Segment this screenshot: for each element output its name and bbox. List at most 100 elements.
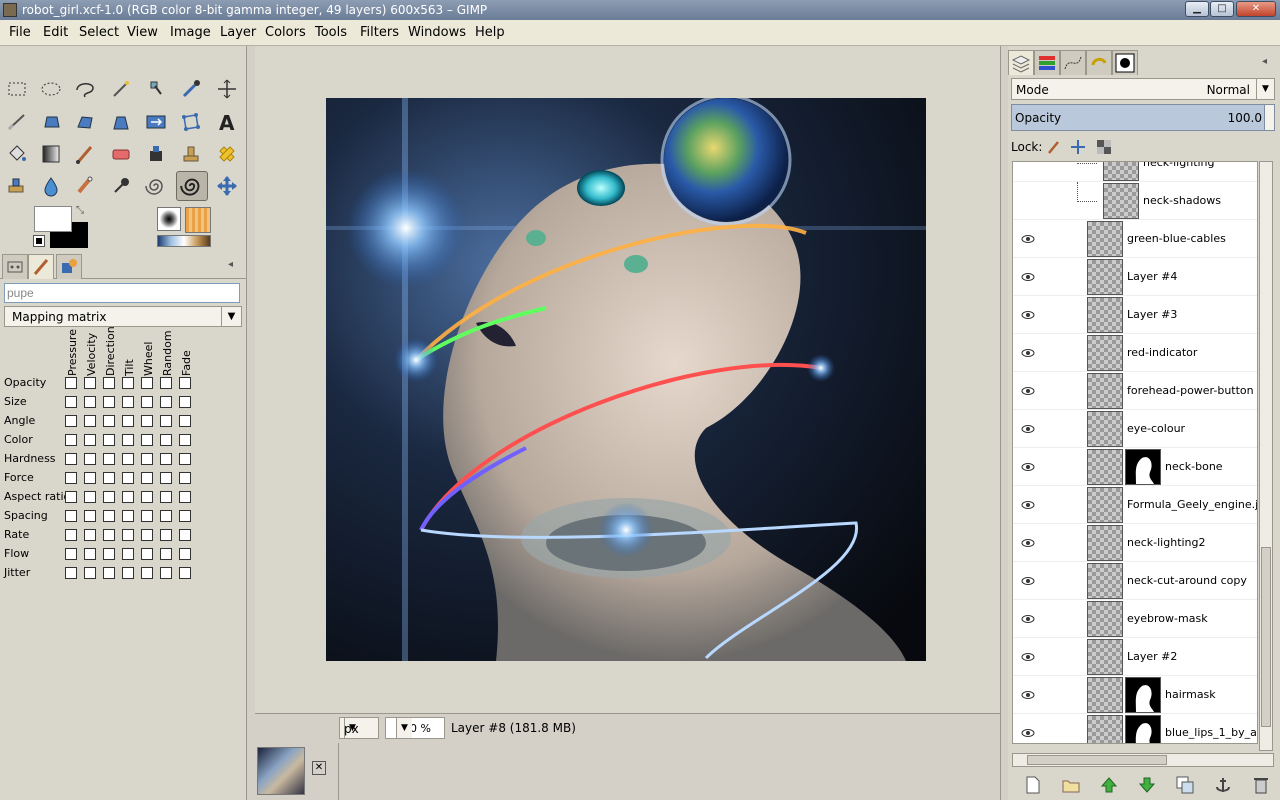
fuzzy-select-tool[interactable] [108,76,134,102]
eye-visibility-icon[interactable] [1021,461,1035,471]
blend-tool[interactable] [38,141,64,167]
dynamics-checkbox[interactable] [160,453,172,465]
dynamics-checkbox[interactable] [141,567,153,579]
toolbox-resize-handle[interactable] [248,46,254,800]
layers-resize-handle[interactable] [1000,46,1008,800]
zoom-selector[interactable]: 100 % ▼ [385,717,445,739]
dynamics-checkbox[interactable] [65,548,77,560]
paintbrush-tool[interactable] [72,141,98,167]
layer-row[interactable]: neck-cut-around copy [1013,562,1257,600]
dynamics-checkbox[interactable] [84,529,96,541]
dynamics-checkbox[interactable] [160,548,172,560]
new-layer-group-button[interactable] [1060,774,1084,796]
eye-visibility-icon[interactable] [1021,385,1035,395]
pattern-preview[interactable] [185,207,211,233]
dynamics-checkbox[interactable] [179,548,191,560]
layer-mask-thumbnail[interactable] [1125,449,1161,485]
delete-layer-button[interactable] [1250,774,1274,796]
dynamics-checkbox[interactable] [160,491,172,503]
dynamics-checkbox[interactable] [122,377,134,389]
brush-preview[interactable] [157,207,181,231]
dynamics-checkbox[interactable] [141,377,153,389]
menu-filters[interactable]: Filters [360,25,399,40]
dynamics-checkbox[interactable] [179,491,191,503]
dynamics-checkbox[interactable] [141,396,153,408]
layer-thumbnail[interactable] [1087,373,1123,409]
foreground-color-swatch[interactable] [34,206,72,232]
menu-tools[interactable]: Tools [315,25,347,40]
dynamics-checkbox[interactable] [179,453,191,465]
layers-horizontal-scrollbar[interactable] [1012,753,1274,767]
layer-row[interactable]: eye-colour [1013,410,1257,448]
eye-visibility-icon[interactable] [1021,689,1035,699]
dynamics-checkbox[interactable] [122,567,134,579]
dynamics-checkbox[interactable] [65,567,77,579]
dynamics-checkbox[interactable] [65,396,77,408]
dynamics-checkbox[interactable] [84,472,96,484]
layer-row[interactable]: neck-bone [1013,448,1257,486]
layer-row[interactable]: eyebrow-mask [1013,600,1257,638]
raise-layer-button[interactable] [1098,774,1122,796]
dynamics-checkbox[interactable] [122,472,134,484]
tab-tool-options[interactable] [56,254,82,279]
swap-colors-icon[interactable]: ⤡ [76,205,84,216]
scrollbar-thumb[interactable] [1261,547,1271,727]
dynamics-checkbox[interactable] [160,510,172,522]
layer-row[interactable]: green-blue-cables [1013,220,1257,258]
layer-thumbnail[interactable] [1087,259,1123,295]
layers-list[interactable]: neck-lighting neck-shadows green-blue-cabl… [1012,161,1258,744]
layer-thumbnail[interactable] [1087,639,1123,675]
layer-thumbnail[interactable] [1087,525,1123,561]
dynamics-checkbox[interactable] [84,510,96,522]
dynamics-checkbox[interactable] [65,377,77,389]
layer-thumbnail[interactable] [1087,335,1123,371]
dynamics-checkbox[interactable] [84,548,96,560]
dynamics-checkbox[interactable] [84,396,96,408]
layer-mask-thumbnail[interactable] [1125,715,1161,743]
dynamics-checkbox[interactable] [103,396,115,408]
duplicate-layer-button[interactable] [1174,774,1198,796]
dynamics-checkbox[interactable] [84,453,96,465]
menu-layer[interactable]: Layer [220,25,256,40]
dynamics-checkbox[interactable] [103,529,115,541]
move-tool[interactable] [214,173,240,199]
dynamics-checkbox[interactable] [103,434,115,446]
unified-transform-tool[interactable] [72,109,98,135]
layer-row[interactable]: Layer #3 [1013,296,1257,334]
minimize-button[interactable]: ▁ [1185,1,1209,17]
image-thumbnail-tab[interactable] [257,747,305,795]
rect-select-tool[interactable] [4,76,30,102]
layer-row[interactable]: hairmask [1013,676,1257,714]
layer-opacity-slider[interactable]: Opacity 100.0 [1011,104,1275,131]
dynamics-checkbox[interactable] [141,472,153,484]
mypaint-brush-tool[interactable] [143,173,169,199]
menu-file[interactable]: File [9,25,31,40]
dynamics-search-input[interactable] [4,283,240,303]
layers-vertical-scrollbar[interactable] [1259,161,1273,751]
layer-thumbnail[interactable] [1087,449,1123,485]
dynamics-checkbox[interactable] [65,510,77,522]
layer-thumbnail[interactable] [1103,183,1139,219]
dynamics-checkbox[interactable] [141,434,153,446]
dynamics-checkbox[interactable] [103,567,115,579]
tab-device-status[interactable] [2,254,28,279]
layer-thumbnail[interactable] [1087,221,1123,257]
gimp-app-icon[interactable] [3,3,17,17]
menu-select[interactable]: Select [79,25,119,40]
close-button[interactable]: ✕ [1236,1,1276,17]
layer-thumbnail[interactable] [1087,715,1123,743]
select-by-color-tool[interactable] [143,76,169,102]
dynamics-checkbox[interactable] [103,510,115,522]
layer-row[interactable]: blue_lips_1_by_aim [1013,714,1257,743]
layer-row[interactable]: Formula_Geely_engine.jpg [1013,486,1257,524]
dynamics-checkbox[interactable] [65,491,77,503]
dynamics-checkbox[interactable] [84,567,96,579]
eye-visibility-icon[interactable] [1021,271,1035,281]
menu-help[interactable]: Help [475,25,505,40]
dynamics-checkbox[interactable] [103,415,115,427]
close-icon[interactable]: ✕ [312,761,326,775]
dynamics-checkbox[interactable] [141,510,153,522]
text-tool[interactable]: A [214,109,240,135]
anchor-layer-button[interactable] [1212,774,1236,796]
dynamics-checkbox[interactable] [179,510,191,522]
